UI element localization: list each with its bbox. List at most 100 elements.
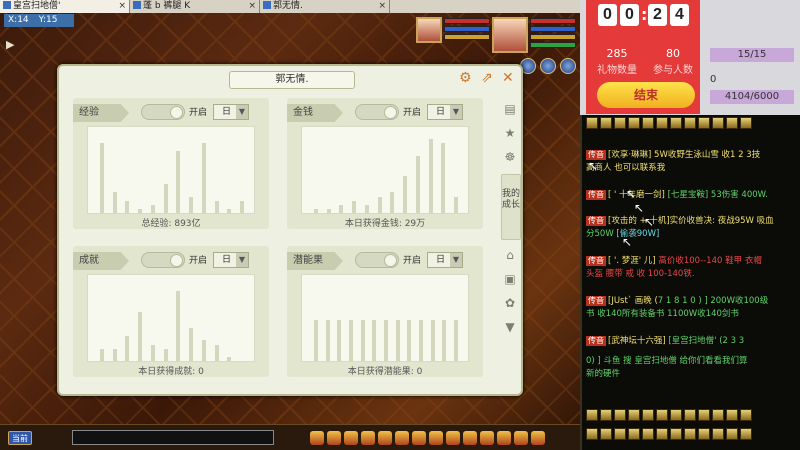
chart-bar bbox=[125, 336, 130, 361]
expand-icon[interactable]: ⇗ bbox=[481, 70, 493, 86]
msg-part[interactable]: [ ' 十年磨一剑] bbox=[608, 190, 665, 200]
money-period-select[interactable]: 日 ▼ bbox=[427, 104, 463, 120]
tool-icon[interactable] bbox=[656, 428, 668, 440]
chart-bar bbox=[415, 156, 420, 213]
channel-current-button[interactable]: 当前 bbox=[8, 431, 32, 445]
tool-icon[interactable] bbox=[614, 409, 626, 421]
achievement-toggle[interactable] bbox=[141, 252, 185, 268]
map-coordinates: X:14 Y:15 bbox=[4, 14, 74, 27]
tool-icon[interactable] bbox=[600, 117, 612, 129]
msg-part[interactable]: [JUst` 画晚 ( bbox=[608, 296, 658, 306]
achievement-period-select[interactable]: 日 ▼ bbox=[213, 252, 249, 268]
tool-icon[interactable] bbox=[642, 117, 654, 129]
window-tab-1[interactable]: 皇宫扫地僧' × bbox=[0, 0, 130, 13]
chevron-down-icon: ▼ bbox=[450, 253, 462, 267]
tool-icon[interactable] bbox=[628, 409, 640, 421]
tool-icon[interactable] bbox=[642, 409, 654, 421]
player-portrait[interactable] bbox=[492, 17, 528, 53]
tool-icon[interactable] bbox=[712, 117, 724, 129]
window-tab-label: 郭无情. bbox=[273, 1, 303, 11]
tool-icon[interactable] bbox=[712, 409, 724, 421]
chart-bar bbox=[384, 320, 388, 361]
tool-icon[interactable] bbox=[628, 117, 640, 129]
close-icon[interactable]: × bbox=[378, 0, 386, 13]
quick-action-icons bbox=[310, 431, 545, 445]
pet-icon[interactable]: ☸ bbox=[503, 150, 517, 164]
chat-bubble-icon[interactable]: ▤ bbox=[503, 102, 517, 116]
action-icon[interactable] bbox=[480, 431, 494, 445]
exp-toggle[interactable] bbox=[141, 104, 185, 120]
action-icon[interactable] bbox=[378, 431, 392, 445]
tool-icon[interactable] bbox=[698, 428, 710, 440]
pet-portrait[interactable] bbox=[416, 17, 442, 43]
house-icon[interactable]: ⌂ bbox=[503, 248, 517, 262]
action-icon[interactable] bbox=[531, 431, 545, 445]
shirt-icon[interactable]: ▼ bbox=[503, 320, 517, 334]
chart-bar bbox=[150, 205, 155, 213]
chat-input[interactable] bbox=[72, 430, 274, 445]
action-icon[interactable] bbox=[514, 431, 528, 445]
tool-icon[interactable] bbox=[656, 409, 668, 421]
expand-arrow-icon[interactable]: ▶ bbox=[6, 38, 14, 51]
action-icon[interactable] bbox=[344, 431, 358, 445]
tool-icon[interactable] bbox=[712, 428, 724, 440]
skill-icon-2[interactable] bbox=[540, 58, 556, 74]
tool-icon[interactable] bbox=[628, 428, 640, 440]
potential-toggle[interactable] bbox=[355, 252, 399, 268]
settings-gear-icon[interactable]: ⚙ bbox=[459, 70, 472, 86]
tool-icon[interactable] bbox=[670, 117, 682, 129]
action-icon[interactable] bbox=[327, 431, 341, 445]
box-icon[interactable]: ▣ bbox=[503, 272, 517, 286]
tool-icon[interactable] bbox=[670, 428, 682, 440]
tool-icon[interactable] bbox=[586, 428, 598, 440]
tool-icon[interactable] bbox=[656, 117, 668, 129]
action-icon[interactable] bbox=[395, 431, 409, 445]
tool-icon[interactable] bbox=[586, 409, 598, 421]
action-icon[interactable] bbox=[429, 431, 443, 445]
action-icon[interactable] bbox=[463, 431, 477, 445]
tool-icon[interactable] bbox=[684, 409, 696, 421]
close-icon[interactable]: × bbox=[118, 0, 126, 13]
tool-icon[interactable] bbox=[698, 117, 710, 129]
tool-icon[interactable] bbox=[670, 409, 682, 421]
tool-icon[interactable] bbox=[614, 117, 626, 129]
tool-icon[interactable] bbox=[740, 117, 752, 129]
potential-period-select[interactable]: 日 ▼ bbox=[427, 252, 463, 268]
tool-icon[interactable] bbox=[698, 409, 710, 421]
tool-icon[interactable] bbox=[740, 409, 752, 421]
tool-icon[interactable] bbox=[726, 428, 738, 440]
tool-icon[interactable] bbox=[740, 428, 752, 440]
exp-period-select[interactable]: 日 ▼ bbox=[213, 104, 249, 120]
tool-icon[interactable] bbox=[614, 428, 626, 440]
tool-icon[interactable] bbox=[600, 409, 612, 421]
chat-message: 高商人 也可以联系我 bbox=[586, 162, 798, 174]
tool-icon[interactable] bbox=[726, 117, 738, 129]
money-toggle[interactable] bbox=[355, 104, 399, 120]
tool-icon[interactable] bbox=[726, 409, 738, 421]
action-icon[interactable] bbox=[412, 431, 426, 445]
msg-part: [七星宝鞍] 53伤害 400W. bbox=[664, 190, 768, 200]
star-icon[interactable]: ★ bbox=[503, 126, 517, 140]
palette-icon[interactable]: ✿ bbox=[503, 296, 517, 310]
msg-part[interactable]: [武神坛十六强] bbox=[608, 336, 666, 346]
end-button[interactable]: 结束 bbox=[597, 82, 695, 108]
close-icon[interactable]: × bbox=[248, 0, 256, 13]
tab-my-growth[interactable]: 我的成长 bbox=[501, 174, 521, 240]
action-icon[interactable] bbox=[497, 431, 511, 445]
tool-icon[interactable] bbox=[586, 117, 598, 129]
tool-icon[interactable] bbox=[600, 428, 612, 440]
tool-icon[interactable] bbox=[684, 428, 696, 440]
skill-icon-3[interactable] bbox=[560, 58, 576, 74]
msg-part[interactable]: [欢享·琳琳] bbox=[608, 150, 651, 160]
window-tab-3[interactable]: 郭无情. × bbox=[260, 0, 390, 13]
close-icon[interactable]: ✕ bbox=[502, 70, 514, 86]
chart-bar bbox=[227, 357, 232, 361]
window-tab-2[interactable]: 蓬 b 裤腿 K × bbox=[130, 0, 260, 13]
action-icon[interactable] bbox=[310, 431, 324, 445]
action-icon[interactable] bbox=[446, 431, 460, 445]
action-icon[interactable] bbox=[361, 431, 375, 445]
msg-part[interactable]: [ '. 梦涯' 儿] bbox=[608, 256, 656, 266]
tool-icon[interactable] bbox=[642, 428, 654, 440]
msg-part[interactable]: [攻击的 + 十机] bbox=[608, 216, 670, 226]
tool-icon[interactable] bbox=[684, 117, 696, 129]
